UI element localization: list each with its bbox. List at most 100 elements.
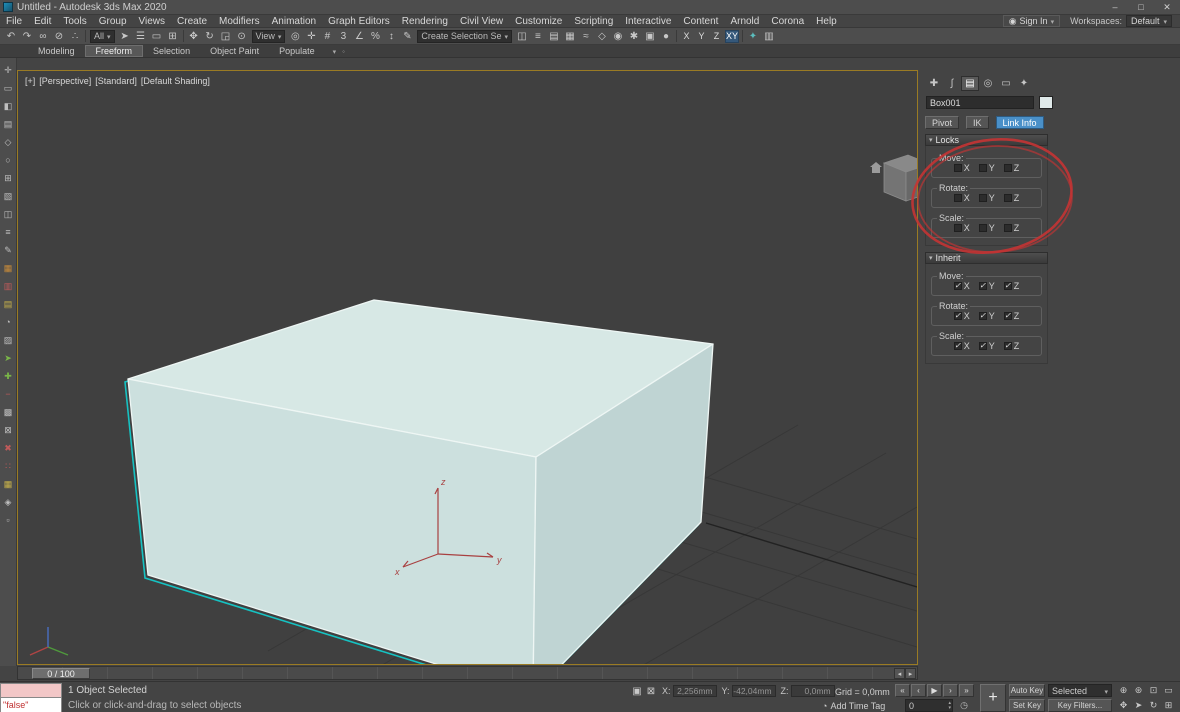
left-tool-icon-2[interactable]: ▭: [1, 79, 16, 97]
named-selection-set-combo[interactable]: Create Selection Se: [417, 30, 512, 43]
auto-key-button[interactable]: Auto Key: [1009, 684, 1045, 697]
ribbon-toggle-icon[interactable]: ▦: [562, 29, 578, 44]
reference-coordinate-dropdown[interactable]: View: [252, 30, 286, 43]
set-keys-button[interactable]: +: [980, 684, 1006, 712]
inherit-rotate-y-checkbox[interactable]: Y: [979, 311, 995, 321]
object-color-swatch[interactable]: [1039, 96, 1053, 109]
menu-item[interactable]: Tools: [57, 16, 92, 27]
ribbon-tab-selection[interactable]: Selection: [143, 45, 200, 57]
hierarchy-tab[interactable]: ▤: [961, 76, 979, 91]
restrict-z-button[interactable]: Z: [710, 30, 723, 43]
ribbon-tab-object-paint[interactable]: Object Paint: [200, 45, 269, 57]
motion-tab[interactable]: ◎: [979, 76, 997, 91]
maxscript-listener-field[interactable]: "false": [0, 698, 62, 712]
menu-item[interactable]: Graph Editors: [322, 16, 396, 27]
select-object-icon[interactable]: ➤: [117, 29, 133, 44]
snap-toggle-icon[interactable]: 3: [335, 29, 351, 44]
menu-item[interactable]: Animation: [266, 16, 322, 27]
selection-lock-icon[interactable]: ⊠: [644, 684, 658, 699]
orbit-icon[interactable]: ↻: [1146, 699, 1161, 712]
left-tool-icon-8[interactable]: ▧: [1, 187, 16, 205]
align-icon[interactable]: ≡: [530, 29, 546, 44]
home-icon[interactable]: [870, 162, 882, 173]
selection-filter-dropdown[interactable]: All: [90, 30, 115, 43]
left-tool-icon-4[interactable]: ▤: [1, 115, 16, 133]
menu-item[interactable]: Help: [810, 16, 843, 27]
menu-item[interactable]: Corona: [765, 16, 810, 27]
menu-item[interactable]: Scripting: [568, 16, 619, 27]
edit-named-selection-icon[interactable]: ✎: [399, 29, 415, 44]
add-time-tag[interactable]: ◔ Add Time Tag: [822, 701, 885, 711]
left-tool-icon-20[interactable]: ▩: [1, 403, 16, 421]
menu-item[interactable]: Modifiers: [213, 16, 266, 27]
viewport-menu-shading[interactable]: [Default Shading]: [141, 76, 210, 86]
lock-scale-x-checkbox[interactable]: X: [954, 223, 970, 233]
left-tool-icon-24[interactable]: ▦: [1, 475, 16, 493]
object-name-field[interactable]: Box001: [926, 96, 1034, 109]
left-tool-icon-18[interactable]: ✚: [1, 367, 16, 385]
maximize-viewport-toggle-icon[interactable]: ⊞: [1161, 699, 1176, 712]
left-tool-icon-13[interactable]: ▥: [1, 277, 16, 295]
workspace-dropdown[interactable]: Default: [1126, 15, 1172, 27]
go-to-start-button[interactable]: «: [895, 684, 910, 697]
selection-region-icon[interactable]: ▭: [149, 29, 165, 44]
schematic-view-icon[interactable]: ◇: [594, 29, 610, 44]
scene-explorer-icon[interactable]: ▥: [761, 29, 777, 44]
left-tool-icon-14[interactable]: ▤: [1, 295, 16, 313]
spinner-snap-icon[interactable]: ↕: [383, 29, 399, 44]
material-editor-icon[interactable]: ◉: [610, 29, 626, 44]
select-and-scale-icon[interactable]: ◲: [218, 29, 234, 44]
lock-scale-y-checkbox[interactable]: Y: [979, 223, 995, 233]
next-frame-button[interactable]: ›: [943, 684, 958, 697]
left-tool-icon-21[interactable]: ⊠: [1, 421, 16, 439]
utilities-tab[interactable]: ✦: [1015, 76, 1033, 91]
menu-item[interactable]: Create: [171, 16, 213, 27]
bind-to-space-warp-icon[interactable]: ∴: [67, 29, 83, 44]
maximize-button[interactable]: □: [1128, 0, 1154, 14]
frame-spinner[interactable]: ▴▾: [948, 701, 952, 711]
inherit-scale-z-checkbox[interactable]: Z: [1004, 341, 1020, 351]
y-coordinate-field[interactable]: -42,04mm: [732, 685, 776, 697]
ribbon-minimize-icon[interactable]: [333, 46, 337, 57]
left-tool-icon-7[interactable]: ⊞: [1, 169, 16, 187]
restrict-y-button[interactable]: Y: [695, 30, 708, 43]
play-button[interactable]: ▶: [927, 684, 942, 697]
lock-rotate-z-checkbox[interactable]: Z: [1004, 193, 1020, 203]
select-and-rotate-icon[interactable]: ↻: [202, 29, 218, 44]
time-slider-handle[interactable]: 0 / 100: [32, 668, 90, 679]
previous-frame-arrow[interactable]: ◂: [894, 668, 905, 679]
left-tool-icon-23[interactable]: ∷: [1, 457, 16, 475]
modify-tab[interactable]: ∫: [943, 76, 961, 91]
menu-item[interactable]: Interactive: [619, 16, 677, 27]
select-and-place-icon[interactable]: ⊙: [234, 29, 250, 44]
locks-rollout-header[interactable]: Locks: [925, 134, 1048, 146]
select-and-link-icon[interactable]: ∞: [35, 29, 51, 44]
percent-snap-icon[interactable]: %: [367, 29, 383, 44]
menu-item[interactable]: File: [0, 16, 28, 27]
left-tool-icon-22[interactable]: ✖: [1, 439, 16, 457]
ribbon-tab-populate[interactable]: Populate: [269, 45, 325, 57]
menu-item[interactable]: Content: [677, 16, 724, 27]
inherit-scale-y-checkbox[interactable]: Y: [979, 341, 995, 351]
unlink-selection-icon[interactable]: ⊘: [51, 29, 67, 44]
zoom-all-icon[interactable]: ⊛: [1131, 684, 1146, 697]
left-tool-icon-15[interactable]: ◔: [1, 313, 16, 331]
zoom-extents-icon[interactable]: ⊡: [1146, 684, 1161, 697]
close-button[interactable]: ✕: [1154, 0, 1180, 14]
render-production-icon[interactable]: ●: [658, 29, 674, 44]
isolate-toggle-icon[interactable]: ✦: [745, 29, 761, 44]
isolate-selection-icon[interactable]: ▣: [630, 684, 644, 699]
key-filters-button[interactable]: Key Filters...: [1048, 699, 1112, 712]
redo-icon[interactable]: ↷: [19, 29, 35, 44]
menu-item[interactable]: Views: [133, 16, 172, 27]
undo-icon[interactable]: ↶: [3, 29, 19, 44]
lock-scale-z-checkbox[interactable]: Z: [1004, 223, 1020, 233]
z-coordinate-field[interactable]: 0,0mm: [791, 685, 835, 697]
x-coordinate-field[interactable]: 2,256mm: [673, 685, 717, 697]
box001-object[interactable]: [128, 300, 713, 664]
select-by-name-icon[interactable]: ☰: [133, 29, 149, 44]
left-tool-icon-1[interactable]: ✛: [1, 61, 16, 79]
display-tab[interactable]: ▭: [997, 76, 1015, 91]
viewport-menu-general[interactable]: [+]: [25, 76, 35, 86]
zoom-icon[interactable]: ⊕: [1116, 684, 1131, 697]
